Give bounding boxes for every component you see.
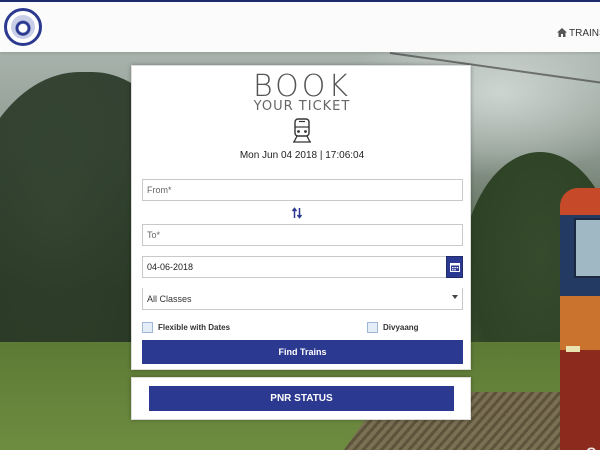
divyaang-checkbox-row[interactable]: Divyaang [367, 322, 419, 333]
locomotive-window [574, 218, 600, 278]
nav-trains-link[interactable]: TRAINS [557, 28, 600, 39]
divyaang-checkbox[interactable] [367, 322, 378, 333]
flexible-dates-checkbox[interactable] [142, 322, 153, 333]
indian-railways-logo[interactable] [4, 8, 42, 46]
booking-card: BOOK YOUR TICKET Mon Jun 04 2018 | 17:06… [131, 65, 471, 370]
chevron-down-icon [452, 295, 458, 299]
calendar-icon [449, 263, 460, 272]
title-your-ticket: YOUR TICKET [253, 99, 351, 114]
title-book: BOOK [252, 69, 351, 104]
divyaang-label: Divyaang [383, 323, 419, 332]
journey-date-input[interactable] [142, 256, 447, 278]
locomotive-letter: C [586, 444, 596, 450]
current-datetime: Mon Jun 04 2018 | 17:06:04 [239, 150, 365, 161]
find-trains-button[interactable]: Find Trains [142, 340, 463, 364]
pnr-card: PNR STATUS [131, 377, 471, 420]
to-station-input[interactable] [142, 224, 463, 246]
flexible-dates-label: Flexible with Dates [158, 323, 231, 332]
swap-stations-icon[interactable] [291, 207, 303, 219]
class-select-value: All Classes [147, 294, 192, 304]
from-station-input[interactable] [142, 179, 463, 201]
home-icon [557, 28, 567, 37]
nav-trains-label: TRAINS [569, 28, 600, 39]
top-navbar: TRAINS [0, 0, 600, 52]
class-select[interactable]: All Classes [142, 288, 463, 310]
flexible-dates-checkbox-row[interactable]: Flexible with Dates [142, 322, 230, 333]
train-icon [293, 118, 311, 143]
locomotive-light [566, 346, 580, 352]
calendar-button[interactable] [446, 256, 463, 278]
pnr-status-button[interactable]: PNR STATUS [149, 386, 454, 411]
